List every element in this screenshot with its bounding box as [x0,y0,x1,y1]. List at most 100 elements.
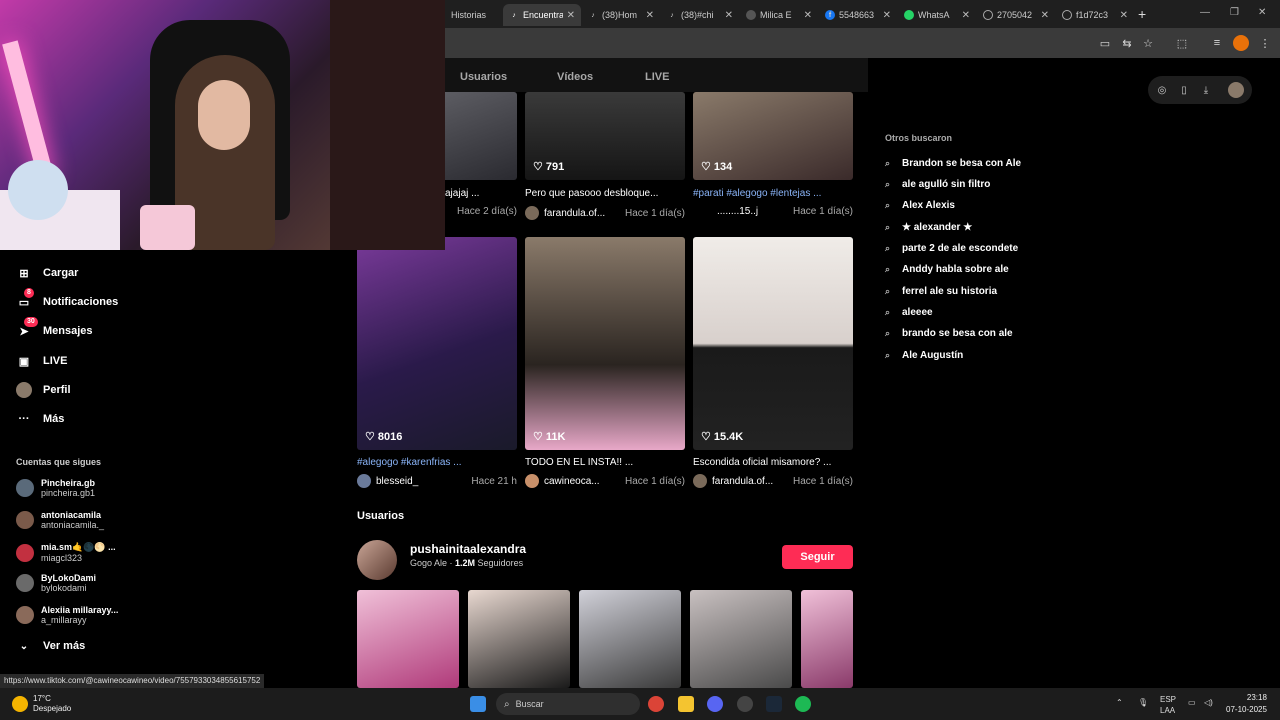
follow-button[interactable]: Seguir [782,545,853,569]
suggested-search[interactable]: ⌕ Anddy habla sobre ale [885,264,1009,275]
sidebar-item-notificaciones[interactable]: ▭ 8 Notificaciones [16,288,118,313]
sidebar-item-mas[interactable]: ··· Más [16,408,65,430]
video-thumbnail[interactable]: ♡ 11K [525,237,685,450]
close-icon[interactable]: ✕ [567,10,575,21]
suggested-search[interactable]: ⌕ Ale Augustín [885,350,963,361]
video-author[interactable]: farandula.of... [712,476,788,487]
menu-icon[interactable]: ⋮ [1257,35,1273,51]
send-icon: ➤ 30 [16,317,38,339]
tab-5[interactable]: f 5548663 ✕ [819,4,897,26]
user-video-thumbnail[interactable] [579,590,681,688]
video-thumbnail[interactable]: ♡ 134 [693,92,853,180]
user-video-thumbnail[interactable] [801,590,853,688]
cast-icon[interactable]: ▭ [1097,35,1113,51]
tab-1[interactable]: ♪ Encuentra ✕ [503,4,581,26]
video-title[interactable]: #alegogo #karenfrias ... [357,457,517,468]
discord-icon[interactable] [707,696,723,712]
sidebar-item-mensajes[interactable]: ➤ 30 Mensajes [16,317,93,342]
tab-4[interactable]: Milica E ✕ [740,4,818,26]
following-item[interactable]: antoniacamila antoniacamila._ [16,510,104,530]
following-item[interactable]: Alexiia millarayy... a_millarayy [16,605,118,625]
close-icon[interactable]: ✕ [962,10,970,21]
tab-6[interactable]: WhatsA ✕ [898,4,976,26]
coin-icon[interactable]: ◎ [1154,82,1170,98]
close-icon[interactable]: ✕ [804,10,812,21]
extensions-icon[interactable]: ⬚ [1174,35,1190,51]
user-video-thumbnail[interactable] [357,590,459,688]
tab-live[interactable]: LIVE [645,71,669,83]
suggested-search[interactable]: ⌕ ferrel ale su historia [885,286,997,297]
obs-icon[interactable] [737,696,753,712]
video-thumbnail[interactable]: ♡ 8016 [357,237,517,450]
video-author[interactable]: farandula.of... [544,208,620,219]
weather-widget[interactable]: 17°C Despejado [12,694,71,714]
sidebar-item-live[interactable]: ▣ LIVE [16,350,68,372]
user-video-thumbnail[interactable] [468,590,570,688]
close-icon[interactable]: ✕ [646,10,654,21]
suggested-search[interactable]: ⌕ brando se besa con ale [885,328,1013,339]
user-name[interactable]: pushainitaalexandra [410,542,526,556]
video-author[interactable]: cawineoca... [544,476,620,487]
more-icon: ··· [18,413,30,425]
download-icon[interactable]: ⤓ [1198,82,1214,98]
tab-2[interactable]: ♪ (38)Hom ✕ [582,4,660,26]
video-thumbnail[interactable]: ♡ 15.4K [693,237,853,450]
suggested-search[interactable]: ⌕ parte 2 de ale escondete [885,243,1018,254]
new-tab-button[interactable]: + [1138,6,1146,22]
video-thumbnail[interactable]: ♡ 791 [525,92,685,180]
language-indicator[interactable]: ESP LAA [1160,694,1176,716]
steam-icon[interactable] [766,696,782,712]
video-title[interactable]: Escondida oficial misamore? ... [693,457,853,468]
video-title[interactable]: TODO EN EL INSTA!! ... [525,457,685,468]
video-title[interactable]: Pero que pasooo desbloque... [525,188,685,199]
followers-label: Seguidores [475,558,524,568]
windows-start-icon[interactable] [470,696,486,712]
chrome-icon[interactable] [648,696,664,712]
tab-usuarios[interactable]: Usuarios [460,71,507,83]
minimize-icon[interactable]: — [1200,7,1210,18]
network-icon[interactable]: ▭ [1188,698,1196,707]
close-icon[interactable]: ✕ [1041,10,1049,21]
bookmark-star-icon[interactable]: ☆ [1140,35,1156,51]
chevron-up-icon[interactable]: ⌃ [1116,698,1123,707]
close-window-icon[interactable]: ✕ [1258,7,1266,18]
suggested-search[interactable]: ⌕ Alex Alexis [885,200,955,211]
profile-icon[interactable] [1233,35,1249,51]
video-author[interactable]: ........15..j [717,206,793,217]
clock[interactable]: 23:18 07-10-2025 [1226,692,1267,716]
following-item[interactable]: mia.sm🤙🌑🌕 ... miagcl323 [16,542,116,563]
avatar[interactable] [1228,82,1244,98]
spotify-icon[interactable] [795,696,811,712]
tab-label: Historias [451,10,487,20]
tab-7[interactable]: 2705042 ✕ [977,4,1055,26]
tab-videos[interactable]: Vídeos [557,71,593,83]
suggested-search[interactable]: ⌕ ale agulló sin filtro [885,179,990,190]
suggested-search[interactable]: ⌕ Brandon se besa con Ale [885,158,1021,169]
likes-count: ♡ 8016 [365,430,402,444]
video-meta: blesseid_ Hace 21 h [357,474,517,488]
user-video-thumbnail[interactable] [690,590,792,688]
sidebar-item-cargar[interactable]: ⊞ Cargar [16,262,78,284]
translate-icon[interactable]: ⇆ [1119,35,1135,51]
suggested-search[interactable]: ⌕ ★ alexander ★ [885,222,972,233]
tab-3[interactable]: ♪ (38)#chi ✕ [661,4,739,26]
close-icon[interactable]: ✕ [1120,10,1128,21]
video-title[interactable]: #parati #alegogo #lentejas ... [693,188,853,199]
video-author[interactable]: blesseid_ [376,476,452,487]
file-explorer-icon[interactable] [678,696,694,712]
maximize-icon[interactable]: ❐ [1230,7,1239,18]
suggested-search[interactable]: ⌕ aleeee [885,307,933,318]
volume-icon[interactable]: ◁) [1204,698,1213,707]
avatar[interactable] [357,540,397,580]
media-icon[interactable]: ≡ [1209,35,1225,51]
mobile-icon[interactable]: ▯ [1176,82,1192,98]
sidebar-item-perfil[interactable]: Perfil [16,379,71,401]
ver-mas-button[interactable]: ⌄ Ver más [16,640,85,652]
following-item[interactable]: Pincheira.gb pincheira.gb1 [16,478,95,498]
following-item[interactable]: ByLokoDami bylokodami [16,573,96,593]
taskbar-search[interactable]: ⌕ Buscar [496,693,640,715]
close-icon[interactable]: ✕ [725,10,733,21]
tab-8[interactable]: f1d72c3 ✕ [1056,4,1134,26]
microphone-icon[interactable]: 🎙 [1138,698,1148,707]
close-icon[interactable]: ✕ [883,10,891,21]
